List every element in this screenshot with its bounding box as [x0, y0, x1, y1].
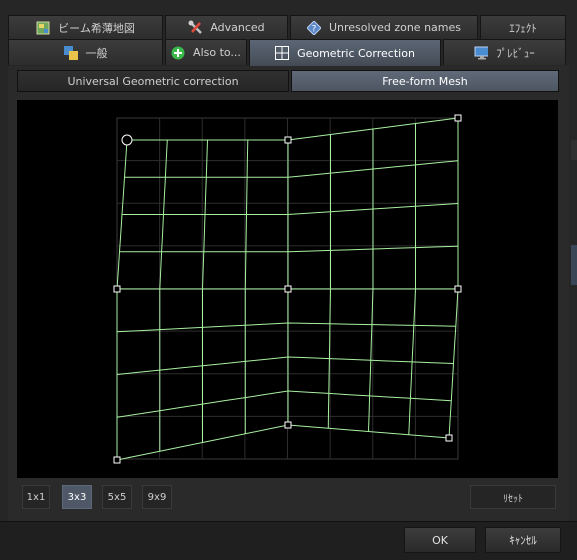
monitor-icon [474, 46, 489, 60]
grid-1x1-button[interactable]: 1x1 [22, 485, 50, 509]
window-edge [571, 140, 577, 160]
mesh-editor-canvas[interactable] [17, 100, 558, 478]
plus-circle-icon [171, 46, 185, 60]
grid-label: 1x1 [26, 491, 46, 503]
general-settings-icon [63, 45, 78, 60]
tab-unresolved-zone-names[interactable]: ? Unresolved zone names [290, 15, 478, 39]
mesh-line [159, 139, 168, 452]
tab-label: 一般 [85, 46, 108, 60]
free-form-mesh-tab[interactable]: Free-form Mesh [291, 70, 559, 92]
ok-button[interactable]: OK [404, 527, 476, 553]
tab-label: ｴﾌｪｸﾄ [509, 21, 537, 35]
mode-label: Universal Geometric correction [67, 74, 239, 88]
tab-advanced[interactable]: Advanced [165, 15, 288, 39]
reset-button[interactable]: ﾘｾｯﾄ [470, 485, 556, 509]
ok-label: OK [432, 533, 448, 547]
reset-label: ﾘｾｯﾄ [503, 493, 523, 505]
grid-label: 9x9 [147, 491, 167, 503]
grid-label: 3x3 [67, 491, 87, 503]
mesh-control-point[interactable] [284, 421, 292, 429]
tab-label: Advanced [210, 21, 265, 34]
mesh-line [116, 390, 452, 418]
cancel-button[interactable]: ｷｬﾝｾﾙ [485, 527, 561, 553]
mesh-control-point[interactable] [113, 285, 121, 293]
mesh-line [116, 356, 454, 375]
tab-geometric-correction[interactable]: Geometric Correction [249, 39, 441, 66]
tab-row-top: ビーム希薄地図 Advanced ? Unresolved zone names… [0, 15, 577, 39]
tab-beam-map[interactable]: ビーム希薄地図 [8, 15, 163, 39]
mesh-control-point[interactable] [445, 434, 453, 442]
tab-general[interactable]: 一般 [8, 39, 163, 65]
tab-preview[interactable]: ﾌﾟﾚﾋﾞｭｰ [443, 39, 566, 65]
tab-label: Also to... [193, 46, 241, 59]
mesh-control-point[interactable] [284, 285, 292, 293]
svg-text:?: ? [312, 24, 317, 34]
tab-label: Unresolved zone names [328, 21, 461, 34]
mesh-line [116, 424, 450, 461]
window-edge [571, 245, 577, 285]
grid-5x5-button[interactable]: 5x5 [102, 485, 132, 509]
mesh-line [202, 139, 208, 443]
tab-label: ビーム希薄地図 [58, 21, 135, 35]
mesh-line [116, 139, 128, 460]
mesh-svg[interactable] [17, 100, 558, 478]
grid-3x3-button[interactable]: 3x3 [62, 485, 92, 509]
tab-row-bottom: 一般 Also to... Geometric Correction ﾌﾟﾚﾋﾞ… [0, 39, 577, 66]
tab-label: ﾌﾟﾚﾋﾞｭｰ [496, 46, 535, 60]
grid-icon [275, 46, 290, 60]
mesh-control-point[interactable] [454, 114, 462, 122]
tab-also-to[interactable]: Also to... [165, 39, 247, 65]
grid-label: 5x5 [107, 491, 127, 503]
tab-effects[interactable]: ｴﾌｪｸﾄ [480, 15, 566, 39]
tab-label: Geometric Correction [297, 46, 415, 60]
mesh-line [116, 322, 456, 333]
universal-geometric-correction-tab[interactable]: Universal Geometric correction [17, 70, 289, 92]
mode-label: Free-form Mesh [382, 74, 468, 88]
cancel-label: ｷｬﾝｾﾙ [509, 534, 537, 547]
mesh-line [119, 245, 459, 253]
mesh-control-point[interactable] [454, 285, 462, 293]
mesh-line [127, 117, 459, 141]
wrench-icon [188, 20, 203, 35]
map-icon [36, 21, 50, 35]
mesh-line [122, 203, 459, 215]
info-diamond-icon: ? [306, 20, 321, 35]
mesh-line [448, 118, 459, 439]
mesh-line [244, 139, 249, 434]
mesh-control-point[interactable] [284, 136, 292, 144]
mesh-control-point[interactable] [121, 134, 133, 146]
grid-9x9-button[interactable]: 9x9 [142, 485, 172, 509]
mesh-control-point[interactable] [113, 456, 121, 464]
mesh-line [408, 123, 416, 435]
mesh-line [124, 160, 459, 178]
